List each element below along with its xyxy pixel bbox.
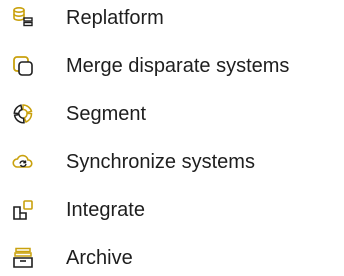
menu-item-synchronize-systems[interactable]: Synchronize systems (0, 144, 344, 180)
menu-item-label: Archive (66, 247, 133, 269)
menu-item-merge-disparate-systems[interactable]: Merge disparate systems (0, 48, 344, 84)
menu-item-label: Replatform (66, 7, 164, 29)
archive-box-icon (12, 247, 34, 269)
integrate-blocks-icon (12, 199, 34, 221)
sync-cloud-icon (12, 151, 34, 173)
menu-item-label: Synchronize systems (66, 151, 255, 173)
database-migrate-icon (12, 6, 34, 28)
menu-item-integrate[interactable]: Integrate (0, 192, 344, 228)
menu-item-replatform[interactable]: Replatform (0, 0, 344, 36)
menu-item-label: Segment (66, 103, 147, 125)
menu-item-archive[interactable]: Archive (0, 240, 344, 276)
feature-list: Replatform Merge disparate systems Segme… (0, 0, 344, 270)
merge-squares-icon (12, 55, 34, 77)
menu-item-segment[interactable]: Segment (0, 96, 344, 132)
menu-item-label: Merge disparate systems (66, 55, 290, 77)
segment-donut-icon (12, 103, 34, 125)
menu-item-label: Integrate (66, 199, 145, 221)
